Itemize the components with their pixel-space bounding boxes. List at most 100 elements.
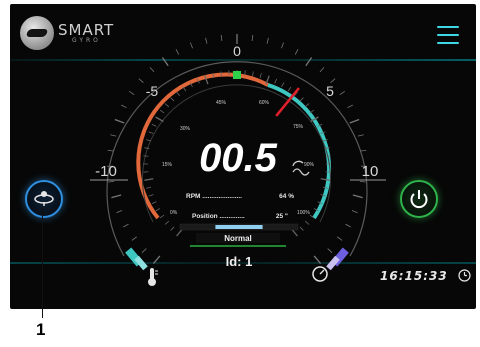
- scale-tick: [266, 37, 269, 44]
- clock-display: 16:15:33: [380, 269, 471, 283]
- position-value: 25 ": [276, 213, 288, 220]
- position-bar-fill: [215, 225, 263, 229]
- position-label: Position ..............: [192, 213, 245, 220]
- scale-label-neg10: -10: [95, 163, 117, 180]
- scale-tick: [304, 220, 310, 225]
- pct-label-60: 60%: [259, 100, 270, 106]
- scale-tick: [274, 78, 278, 84]
- scale-tick: [108, 180, 115, 183]
- scale-label-10: 10: [362, 163, 379, 180]
- scale-tick: [164, 103, 170, 108]
- pct-label-15: 15%: [162, 162, 173, 168]
- scale-tick: [337, 236, 343, 241]
- gauge: 0 -5 5 -10 10 0% 15% 30% 45% 60% 75% 90%…: [90, 34, 386, 286]
- scale-tick: [170, 226, 175, 231]
- pct-label-30: 30%: [180, 126, 191, 132]
- scale-label-5: 5: [326, 83, 334, 99]
- pct-label-75: 75%: [293, 124, 304, 130]
- power-button[interactable]: [400, 180, 438, 218]
- scale-tick: [299, 97, 304, 102]
- scale-tick: [144, 147, 150, 149]
- power-icon: [410, 190, 428, 209]
- scale-tick: [345, 223, 351, 228]
- scale-tick: [175, 49, 180, 55]
- scale-tick: [151, 123, 157, 127]
- scale-tick: [114, 118, 125, 124]
- scale-tick: [313, 255, 322, 265]
- scale-tick: [259, 73, 262, 79]
- scale-tick: [161, 57, 169, 67]
- pct-label-0: 0%: [170, 210, 178, 216]
- scale-tick: [148, 194, 154, 197]
- scale-tick: [123, 223, 129, 228]
- scale-tick: [144, 178, 154, 181]
- scale-tick: [347, 104, 354, 109]
- clock-icon: [458, 269, 471, 282]
- scale-tick: [170, 97, 175, 102]
- scale-tick: [281, 82, 285, 88]
- scale-tick: [116, 210, 123, 214]
- clock-time: 16:15:33: [380, 269, 448, 283]
- app-screen: SMART GYRO 0 -5 5 -10 10 0% 15% 30% 45% …: [10, 4, 476, 309]
- scale-tick: [152, 255, 161, 265]
- gyro-icon: [34, 191, 54, 206]
- scale-tick: [287, 86, 292, 92]
- temperature-indicator: [125, 247, 148, 271]
- scale-label-0: 0: [233, 43, 241, 59]
- scale-tick: [129, 90, 135, 95]
- scale-tick: [220, 34, 223, 41]
- scale-tick: [107, 150, 114, 152]
- main-value: 00.5: [199, 136, 278, 180]
- scale-tick: [131, 236, 137, 241]
- rpm-arc-teal: [267, 83, 332, 220]
- scale-tick: [359, 180, 366, 183]
- scale-tick: [252, 71, 254, 77]
- scale-tick: [339, 90, 345, 95]
- scale-tick: [159, 214, 165, 219]
- scale-tick: [120, 104, 127, 109]
- scale-tick: [155, 208, 161, 212]
- scale-tick: [352, 194, 363, 199]
- scale-tick: [319, 67, 325, 73]
- scale-tick: [138, 78, 144, 83]
- scale-tick: [251, 34, 254, 41]
- scale-tick: [299, 226, 304, 231]
- scale-tick: [159, 109, 165, 114]
- scale-tick: [110, 134, 117, 137]
- callout-leader-line: [42, 208, 43, 318]
- mode-label: Normal: [224, 234, 252, 243]
- scale-tick: [148, 131, 154, 134]
- scale-tick: [111, 194, 122, 199]
- device-id: Id: 1: [226, 254, 253, 269]
- speedometer-icon: [312, 266, 328, 282]
- pct-label-45: 45%: [216, 100, 227, 106]
- scale-tick: [304, 103, 310, 108]
- rpm-label: RPM ......................: [186, 193, 242, 200]
- scale-tick: [305, 57, 313, 67]
- scale-tick: [146, 186, 152, 189]
- scale-tick: [357, 134, 364, 137]
- scale-tick: [205, 37, 208, 44]
- pct-label-100: 100%: [297, 210, 310, 216]
- rpm-value: 64 %: [279, 193, 294, 200]
- scale-tick: [327, 248, 333, 253]
- gyro-button[interactable]: [25, 180, 63, 218]
- scale-tick: [360, 150, 367, 152]
- scale-tick: [281, 42, 284, 49]
- thermometer-icon: [148, 268, 158, 286]
- scale-tick: [190, 42, 193, 49]
- scale-tick: [294, 49, 299, 55]
- speed-indicator: [326, 247, 349, 271]
- pct-label-90: 90%: [304, 162, 315, 168]
- scale-tick: [349, 118, 360, 124]
- callout-number: 1: [36, 320, 46, 339]
- scale-tick: [176, 91, 181, 97]
- top-zero-marker: [233, 71, 241, 79]
- scale-tick: [149, 67, 155, 73]
- scale-tick: [155, 116, 164, 123]
- scale-tick: [151, 201, 157, 205]
- scale-tick: [351, 210, 358, 214]
- scale-label-neg5: -5: [146, 83, 159, 99]
- scale-tick: [182, 86, 187, 92]
- scale-tick: [164, 220, 170, 225]
